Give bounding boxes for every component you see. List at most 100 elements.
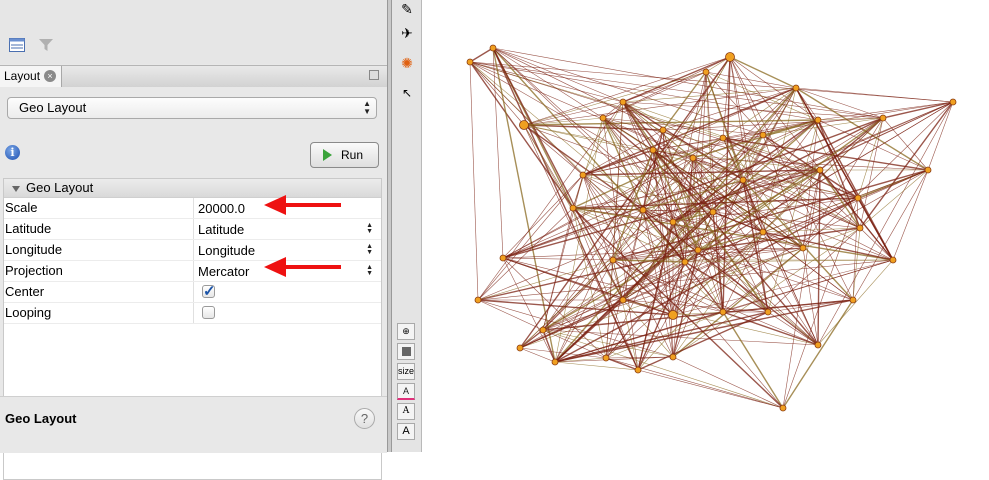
graph-node[interactable] <box>725 52 735 62</box>
graph-edge <box>602 117 764 136</box>
graph-edge <box>492 47 504 259</box>
graph-node[interactable] <box>709 208 717 216</box>
graph-node[interactable] <box>816 166 824 174</box>
graph-node[interactable] <box>799 244 807 252</box>
layout-select[interactable]: Geo Layout ▲ ▼ <box>7 97 377 119</box>
graph-node[interactable] <box>879 114 887 122</box>
graph-node[interactable] <box>499 254 507 262</box>
graph-node[interactable] <box>569 204 577 212</box>
graph-node[interactable] <box>759 131 767 139</box>
graph-node[interactable] <box>689 154 697 162</box>
graph-node[interactable] <box>849 296 857 304</box>
graph-node[interactable] <box>669 353 677 361</box>
gear-icon[interactable]: ✺ <box>396 54 418 72</box>
graph-node[interactable] <box>539 326 547 334</box>
annotation-arrow-icon <box>264 257 286 277</box>
font-size-icon[interactable]: A <box>397 423 415 440</box>
graph-node[interactable] <box>759 228 767 236</box>
graph-edge <box>637 369 784 409</box>
graph-node[interactable] <box>814 341 822 349</box>
graph-edge <box>892 169 929 261</box>
chevron-updown-icon[interactable]: ▲ ▼ <box>366 243 373 256</box>
graph-node[interactable] <box>489 44 497 52</box>
longitude-select[interactable]: Longitude <box>198 240 255 260</box>
graph-node[interactable] <box>619 98 627 106</box>
graph-node[interactable] <box>854 194 862 202</box>
graph-node[interactable] <box>719 134 727 142</box>
graph-node[interactable] <box>599 114 607 122</box>
minimize-icon[interactable] <box>369 70 379 80</box>
graph-edge <box>705 71 797 89</box>
graph-edge <box>729 56 797 89</box>
close-icon[interactable]: × <box>44 70 56 82</box>
layout-panel: Geo Layout ▲ ▼ i Run Geo Layout Scale 200… <box>0 87 387 480</box>
looping-checkbox[interactable] <box>202 306 215 319</box>
graph-node[interactable] <box>466 58 474 66</box>
graph-node[interactable] <box>779 404 787 412</box>
property-name: Longitude <box>4 240 194 260</box>
run-button[interactable]: Run <box>310 142 379 168</box>
graph-toolbar: ✎ ✈ ✺ ↖ ⊕ size A A A <box>392 0 422 452</box>
graph-node[interactable] <box>634 366 642 374</box>
network-graph[interactable] <box>423 0 989 452</box>
chevron-updown-icon[interactable]: ▲ ▼ <box>366 264 373 277</box>
graph-edge <box>542 211 714 331</box>
graph-node[interactable] <box>702 68 710 76</box>
graph-node[interactable] <box>739 176 747 184</box>
info-icon[interactable]: i <box>5 145 20 160</box>
scale-input[interactable]: 20000.0 <box>198 198 245 218</box>
filter-icon[interactable] <box>38 38 54 52</box>
disclosure-triangle-icon[interactable] <box>12 185 20 192</box>
help-button[interactable]: ? <box>354 408 375 429</box>
graph-node[interactable] <box>519 120 529 130</box>
graph-node[interactable] <box>856 224 864 232</box>
graph-node[interactable] <box>889 256 897 264</box>
footer-title: Geo Layout <box>5 411 77 426</box>
graph-edge <box>817 169 821 346</box>
pencil-icon[interactable]: ✎ <box>396 0 418 18</box>
tab-layout[interactable]: Layout × <box>0 66 62 87</box>
graph-node[interactable] <box>516 344 524 352</box>
tab-layout-label: Layout <box>4 69 41 83</box>
graph-node[interactable] <box>669 218 677 226</box>
chevron-updown-icon[interactable]: ▲ ▼ <box>366 222 373 235</box>
latitude-select[interactable]: Latitude <box>198 219 244 239</box>
center-checkbox[interactable] <box>202 282 216 300</box>
label-color-icon[interactable]: A <box>397 383 415 400</box>
graph-node[interactable] <box>609 256 617 264</box>
graph-node[interactable] <box>681 258 689 266</box>
graph-edge <box>492 47 556 363</box>
property-section-header[interactable]: Geo Layout <box>4 179 381 198</box>
graph-node[interactable] <box>579 171 587 179</box>
zoom-icon[interactable]: ⊕ <box>397 323 415 340</box>
airplane-icon[interactable]: ✈ <box>396 24 418 42</box>
graph-canvas[interactable] <box>423 0 989 452</box>
graph-node[interactable] <box>814 116 822 124</box>
graph-node[interactable] <box>602 354 610 362</box>
property-row-longitude: Longitude Longitude ▲ ▼ <box>4 240 381 261</box>
graph-node[interactable] <box>694 246 702 254</box>
font-icon[interactable]: A <box>397 403 415 420</box>
graph-node[interactable] <box>719 308 727 316</box>
graph-node[interactable] <box>649 146 657 154</box>
graph-edge <box>852 169 929 301</box>
graph-node[interactable] <box>551 358 559 366</box>
graph-node[interactable] <box>659 126 667 134</box>
projection-select[interactable]: Mercator <box>198 261 249 281</box>
size-button[interactable]: size <box>397 363 415 380</box>
node-color-icon[interactable] <box>397 343 415 360</box>
pointer-help-icon[interactable]: ↖ <box>396 84 418 102</box>
graph-node[interactable] <box>668 310 678 320</box>
property-row-scale: Scale 20000.0 <box>4 198 381 219</box>
graph-node[interactable] <box>924 166 932 174</box>
graph-node[interactable] <box>949 98 957 106</box>
table-icon[interactable] <box>9 38 25 52</box>
property-name: Projection <box>4 261 194 281</box>
graph-node[interactable] <box>474 296 482 304</box>
layout-select-value: Geo Layout <box>19 100 87 115</box>
graph-edge <box>542 329 784 409</box>
graph-node[interactable] <box>792 84 800 92</box>
graph-node[interactable] <box>764 308 772 316</box>
graph-node[interactable] <box>639 206 647 214</box>
graph-node[interactable] <box>619 296 627 304</box>
